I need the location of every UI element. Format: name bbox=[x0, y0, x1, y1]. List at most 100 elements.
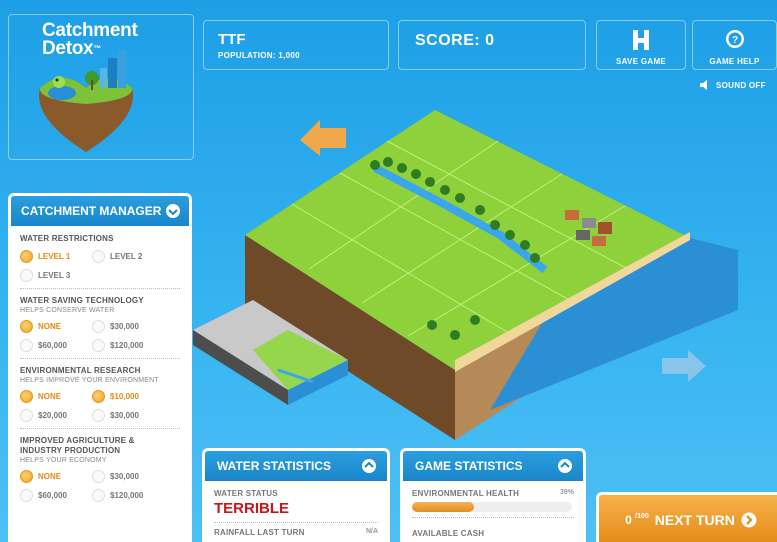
svg-text:?: ? bbox=[731, 35, 737, 46]
option-label: $60,000 bbox=[38, 491, 67, 500]
arrow-right-icon bbox=[741, 512, 757, 528]
option-label: $10,000 bbox=[110, 392, 139, 401]
option-none[interactable]: NONE bbox=[20, 390, 92, 403]
option-label: $30,000 bbox=[110, 322, 139, 331]
catchment-manager-title: CATCHMENT MANAGER bbox=[21, 204, 162, 218]
radio[interactable] bbox=[20, 339, 33, 352]
environmental-research-section: ENVIRONMENTAL RESEARCH HELPS IMPROVE YOU… bbox=[20, 366, 180, 429]
option-30000[interactable]: $30,000 bbox=[92, 470, 172, 483]
radio-selected[interactable] bbox=[20, 470, 33, 483]
option-60000[interactable]: $60,000 bbox=[20, 489, 92, 502]
section-title: WATER SAVING TECHNOLOGY bbox=[20, 296, 144, 305]
save-game-label: SAVE GAME bbox=[615, 57, 667, 66]
sound-label: SOUND OFF bbox=[716, 80, 766, 90]
chevron-down-icon[interactable] bbox=[165, 203, 181, 219]
game-help-button[interactable]: ? GAME HELP bbox=[692, 20, 777, 70]
catchment-manager-panel: WATER RESTRICTIONS LEVEL 1 LEVEL 2 LEVEL… bbox=[8, 226, 192, 542]
section-title-line1: IMPROVED AGRICULTURE & bbox=[20, 436, 135, 445]
option-level-3[interactable]: LEVEL 3 bbox=[20, 269, 92, 282]
save-game-button[interactable]: SAVE GAME bbox=[596, 20, 686, 70]
water-restrictions-section: WATER RESTRICTIONS LEVEL 1 LEVEL 2 LEVEL… bbox=[20, 234, 180, 289]
option-label: LEVEL 3 bbox=[38, 271, 71, 280]
radio-selected[interactable] bbox=[92, 390, 105, 403]
env-health-label: ENVIRONMENTAL HEALTH bbox=[412, 489, 520, 498]
chevron-up-icon[interactable] bbox=[361, 458, 377, 474]
option-60000[interactable]: $60,000 bbox=[20, 339, 92, 352]
improved-agriculture-section: IMPROVED AGRICULTURE & INDUSTRY PRODUCTI… bbox=[20, 436, 180, 508]
next-turn-label: NEXT TURN bbox=[654, 512, 735, 528]
help-icon: ? bbox=[725, 30, 744, 48]
section-subtitle: HELPS IMPROVE YOUR ENVIRONMENT bbox=[20, 377, 159, 384]
turn-max: /100 bbox=[635, 513, 649, 520]
chevron-up-icon[interactable] bbox=[557, 458, 573, 474]
env-health-bar-fill bbox=[412, 502, 475, 512]
city-info-panel: TTF POPULATION: 1,000 bbox=[203, 20, 389, 70]
score-panel: SCORE: 0 bbox=[398, 20, 586, 70]
option-label: LEVEL 2 bbox=[110, 252, 143, 261]
section-title-line2: INDUSTRY PRODUCTION bbox=[20, 446, 121, 455]
option-label: NONE bbox=[38, 322, 62, 331]
water-statistics-panel: WATER STATUS TERRIBLE RAINFALL LAST TURN… bbox=[202, 481, 390, 542]
option-level-1[interactable]: LEVEL 1 bbox=[20, 250, 92, 263]
radio-selected[interactable] bbox=[20, 390, 33, 403]
rotate-left-arrow-icon[interactable] bbox=[300, 120, 348, 156]
section-subtitle: HELPS CONSERVE WATER bbox=[20, 307, 115, 314]
city-name: TTF bbox=[218, 31, 246, 48]
option-label: NONE bbox=[38, 472, 62, 481]
radio[interactable] bbox=[20, 269, 33, 282]
section-subtitle: HELPS YOUR ECONOMY bbox=[20, 457, 107, 464]
option-label: $60,000 bbox=[38, 341, 67, 350]
section-title: WATER RESTRICTIONS bbox=[20, 234, 114, 243]
game-statistics-title: GAME STATISTICS bbox=[415, 459, 523, 473]
rotate-right-arrow-icon[interactable] bbox=[660, 350, 706, 382]
catchment-manager-header[interactable]: CATCHMENT MANAGER bbox=[8, 193, 192, 229]
sound-toggle[interactable]: SOUND OFF bbox=[700, 80, 766, 90]
section-title: ENVIRONMENTAL RESEARCH bbox=[20, 366, 141, 375]
game-statistics-header[interactable]: GAME STATISTICS bbox=[400, 448, 586, 484]
option-120000[interactable]: $120,000 bbox=[92, 489, 172, 502]
radio[interactable] bbox=[92, 339, 105, 352]
option-label: $30,000 bbox=[110, 472, 139, 481]
radio[interactable] bbox=[92, 320, 105, 333]
save-disk-icon bbox=[633, 30, 649, 50]
option-30000[interactable]: $30,000 bbox=[92, 409, 172, 422]
radio-selected[interactable] bbox=[20, 320, 33, 333]
option-none[interactable]: NONE bbox=[20, 320, 92, 333]
water-status-value: TERRIBLE bbox=[214, 500, 289, 517]
option-none[interactable]: NONE bbox=[20, 470, 92, 483]
radio[interactable] bbox=[92, 250, 105, 263]
option-label: $120,000 bbox=[110, 491, 144, 500]
option-30000[interactable]: $30,000 bbox=[92, 320, 172, 333]
env-health-bar bbox=[412, 502, 572, 512]
radio[interactable] bbox=[92, 489, 105, 502]
score-label: SCORE: 0 bbox=[415, 32, 495, 49]
game-help-label: GAME HELP bbox=[709, 57, 760, 66]
option-10000[interactable]: $10,000 bbox=[92, 390, 172, 403]
radio[interactable] bbox=[92, 409, 105, 422]
speaker-icon bbox=[700, 80, 707, 90]
env-health-value: 39% bbox=[559, 489, 574, 496]
turn-count: 0 bbox=[625, 513, 632, 527]
city-population: POPULATION: 1,000 bbox=[218, 51, 300, 60]
radio-selected[interactable] bbox=[20, 250, 33, 263]
option-label: $30,000 bbox=[110, 411, 139, 420]
available-cash-label: AVAILABLE CASH bbox=[412, 529, 485, 538]
option-20000[interactable]: $20,000 bbox=[20, 409, 92, 422]
option-120000[interactable]: $120,000 bbox=[92, 339, 172, 352]
minimap[interactable] bbox=[193, 290, 353, 415]
water-saving-technology-section: WATER SAVING TECHNOLOGY HELPS CONSERVE W… bbox=[20, 296, 180, 359]
radio[interactable] bbox=[92, 470, 105, 483]
option-label: LEVEL 1 bbox=[38, 252, 71, 261]
next-turn-button[interactable]: 0 /100 NEXT TURN bbox=[596, 492, 777, 542]
logo-heart-island-icon bbox=[38, 50, 134, 152]
option-level-2[interactable]: LEVEL 2 bbox=[92, 250, 172, 263]
rainfall-value: N/A bbox=[365, 528, 378, 535]
option-label: $120,000 bbox=[110, 341, 144, 350]
radio[interactable] bbox=[20, 489, 33, 502]
radio[interactable] bbox=[20, 409, 33, 422]
rainfall-label: RAINFALL LAST TURN bbox=[214, 528, 305, 537]
option-label: $20,000 bbox=[38, 411, 67, 420]
water-statistics-title: WATER STATISTICS bbox=[217, 459, 331, 473]
option-label: NONE bbox=[38, 392, 62, 401]
water-statistics-header[interactable]: WATER STATISTICS bbox=[202, 448, 390, 484]
